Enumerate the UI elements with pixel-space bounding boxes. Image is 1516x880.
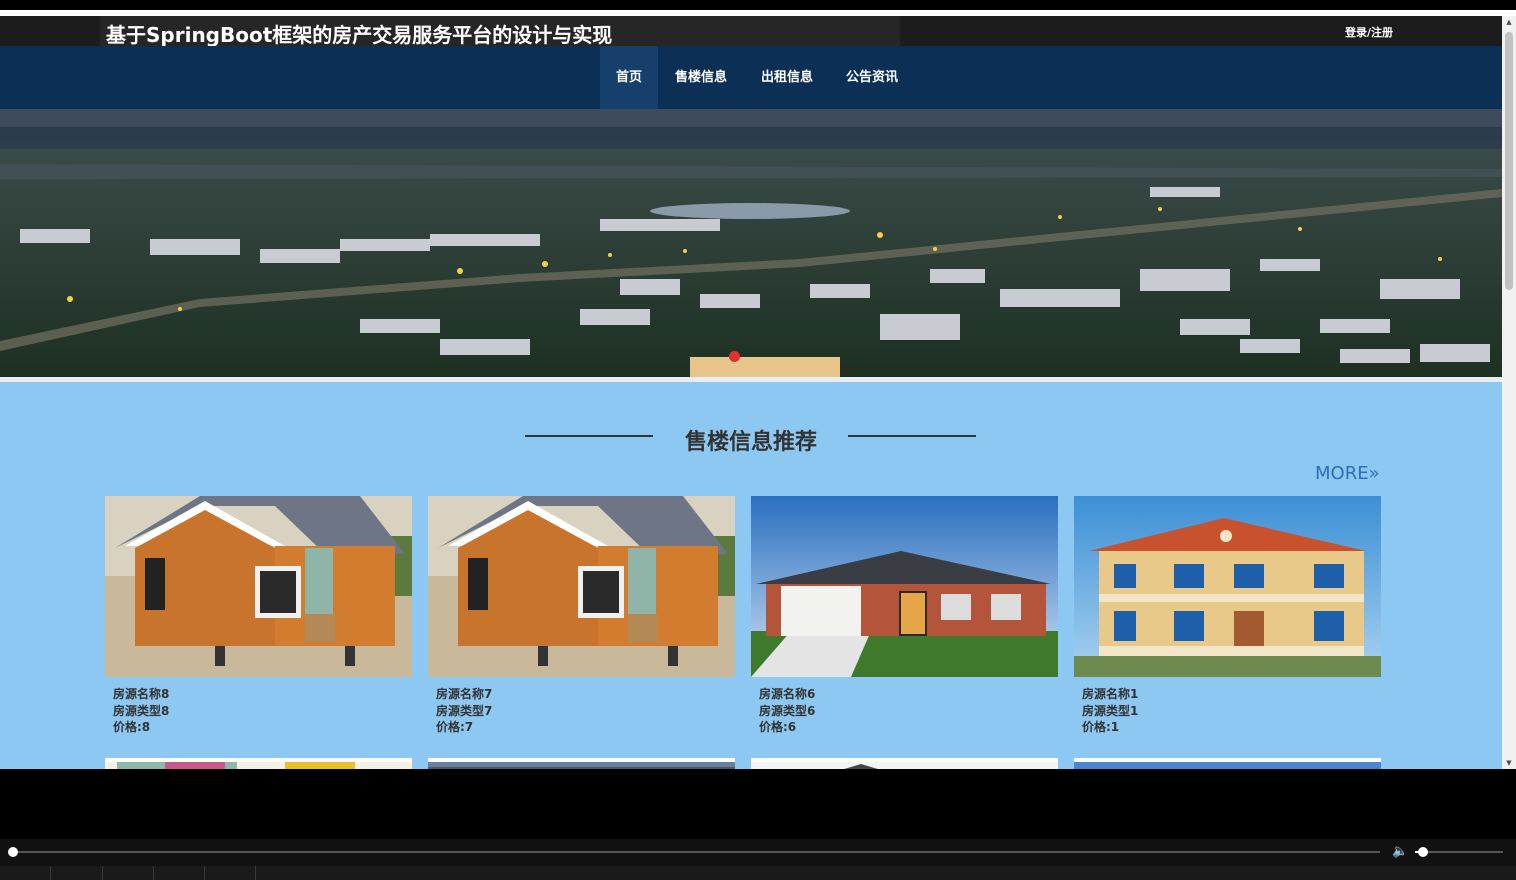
listing-card-7-image[interactable] xyxy=(751,758,1058,769)
vertical-scrollbar[interactable]: ▲ ▼ xyxy=(1502,16,1516,769)
listing-card-6-image[interactable] xyxy=(428,758,735,769)
listing-price: 价格:7 xyxy=(436,720,474,734)
taskbar-separator xyxy=(255,866,256,880)
listing-card-1-image[interactable] xyxy=(105,496,412,677)
listing-price: 价格:1 xyxy=(1082,720,1120,734)
listing-card-5-image[interactable] xyxy=(105,758,412,769)
listing-type: 房源类型7 xyxy=(436,703,493,718)
scrollbar-thumb[interactable] xyxy=(1505,32,1513,290)
nav-item-announcements[interactable]: 公告资讯 xyxy=(837,46,907,109)
scroll-up-icon[interactable]: ▲ xyxy=(1502,16,1516,28)
listing-card-2-info: 房源名称7 房源类型7 价格:7 xyxy=(436,686,492,736)
taskbar-separator xyxy=(204,866,205,880)
listing-type: 房源类型8 xyxy=(113,703,170,718)
video-letterbox xyxy=(0,769,1516,839)
volume-track[interactable] xyxy=(1415,851,1503,853)
listing-card-1-info: 房源名称8 房源类型8 价格:8 xyxy=(113,686,169,736)
listing-name: 房源名称7 xyxy=(436,687,493,701)
speaker-icon[interactable]: 🔈 xyxy=(1392,844,1408,859)
taskbar-separator xyxy=(153,866,154,880)
window-top-edge xyxy=(0,0,1516,10)
listing-card-2-image[interactable] xyxy=(428,496,735,677)
header-bar: 基于SpringBoot框架的房产交易服务平台的设计与实现 登录/注册 xyxy=(0,16,1502,47)
taskbar xyxy=(0,866,1516,880)
nav-item-home[interactable]: 首页 xyxy=(600,46,658,109)
nav-item-sale-info[interactable]: 售楼信息 xyxy=(666,46,736,109)
taskbar-separator xyxy=(102,866,103,880)
listing-type: 房源类型1 xyxy=(1082,703,1139,718)
listing-type: 房源类型6 xyxy=(759,703,816,718)
site-title: 基于SpringBoot框架的房产交易服务平台的设计与实现 xyxy=(106,23,613,47)
nav-item-rental-info[interactable]: 出租信息 xyxy=(752,46,822,109)
section-title-right-line xyxy=(848,435,976,437)
browser-viewport: 基于SpringBoot框架的房产交易服务平台的设计与实现 登录/注册 首页 售… xyxy=(0,16,1502,769)
banner-divider xyxy=(0,377,1502,382)
listing-card-4-info: 房源名称1 房源类型1 价格:1 xyxy=(1082,686,1138,736)
listing-card-3-image[interactable] xyxy=(751,496,1058,677)
banner-carousel[interactable] xyxy=(0,109,1502,377)
banner-image xyxy=(0,109,1502,377)
listing-price: 价格:6 xyxy=(759,720,797,734)
listing-name: 房源名称6 xyxy=(759,687,816,701)
listing-name: 房源名称8 xyxy=(113,687,170,701)
listing-name: 房源名称1 xyxy=(1082,687,1139,701)
taskbar-separator xyxy=(50,866,51,880)
scroll-down-icon[interactable]: ▼ xyxy=(1502,757,1516,769)
carousel-dot-active[interactable] xyxy=(729,351,740,362)
main-nav: 首页 售楼信息 出租信息 公告资讯 xyxy=(0,46,1502,109)
listing-card-4-image[interactable] xyxy=(1074,496,1381,677)
volume-knob[interactable] xyxy=(1418,847,1428,857)
login-register-link[interactable]: 登录/注册 xyxy=(1345,24,1393,40)
more-link[interactable]: MORE» xyxy=(1315,463,1380,484)
progress-knob[interactable] xyxy=(8,847,18,857)
listing-price: 价格:8 xyxy=(113,720,151,734)
listing-card-3-info: 房源名称6 房源类型6 价格:6 xyxy=(759,686,815,736)
progress-track[interactable] xyxy=(13,851,1380,853)
listing-card-8-image[interactable] xyxy=(1074,758,1381,769)
section-title: 售楼信息推荐 xyxy=(684,430,817,455)
